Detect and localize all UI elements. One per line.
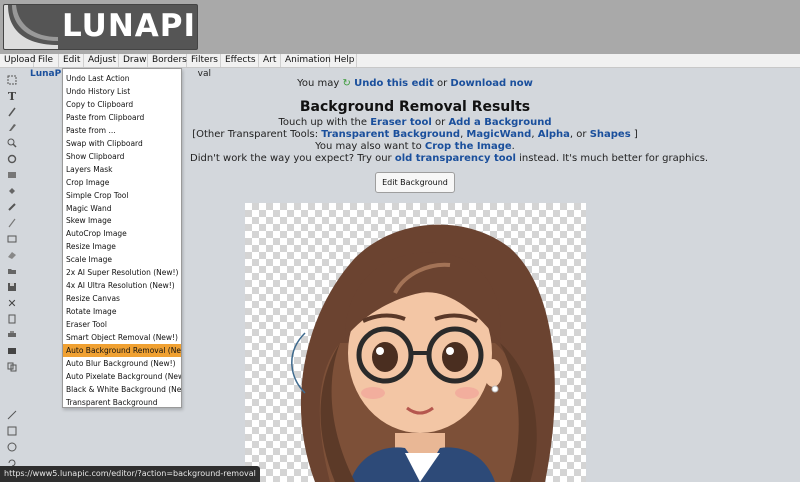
edit-background-button[interactable]: Edit Background [375,172,455,193]
logo[interactable]: LUNAPIC [3,4,198,50]
shapes-link[interactable]: Shapes [590,129,631,140]
edit-menu-item-undo-last-action[interactable]: Undo Last Action [63,72,181,85]
edit-menu-item-skew-image[interactable]: Skew Image [63,214,181,227]
menu-file[interactable]: File [34,54,59,67]
menu-edit[interactable]: Edit [59,54,84,67]
open-tool-icon[interactable] [6,265,18,277]
menu-draw[interactable]: Draw [119,54,148,67]
edit-menu-item-transparent-background[interactable]: Transparent Background [63,396,181,409]
pencil-tool-icon[interactable] [6,106,18,118]
old-transparency-tool-link[interactable]: old transparency tool [395,153,516,164]
status-bar-url: https://www5.lunapic.com/editor/?action=… [0,466,260,482]
edit-dropdown-menu: Undo Last Action Undo History List Copy to… [62,68,182,408]
edit-menu-item-undo-history-list[interactable]: Undo History List [63,85,181,98]
edit-menu-item-2x-ai-super-resolution-new[interactable]: 2x AI Super Resolution (New!) [63,266,181,279]
edit-menu-item-auto-pixelate-background-new[interactable]: Auto Pixelate Background (New!) [63,370,181,383]
edit-menu-item-layers-mask[interactable]: Layers Mask [63,163,181,176]
crop-image-link[interactable]: Crop the Image [425,141,512,152]
edit-menu-item-swap-with-clipboard[interactable]: Swap with Clipboard [63,137,181,150]
edit-menu-item-eraser-tool[interactable]: Eraser Tool [63,318,181,331]
print-tool-icon[interactable] [6,329,18,341]
download-link[interactable]: Download now [450,78,532,89]
eraser-tool-icon[interactable] [6,249,18,261]
edit-menu-item-copy-to-clipboard[interactable]: Copy to Clipboard [63,98,181,111]
add-background-link[interactable]: Add a Background [448,117,551,128]
zoom-tool-icon[interactable] [6,137,18,149]
result-image [245,203,586,482]
transparent-background-link[interactable]: Transparent Background [321,129,460,140]
touchup-line: Touch up with the Eraser tool or Add a B… [278,117,552,128]
menu-upload[interactable]: Upload [0,54,36,67]
edit-menu-item-auto-background-removal-new[interactable]: Auto Background Removal (New!) [63,343,181,357]
menu-adjust[interactable]: Adjust [84,54,119,67]
edit-menu-item-scale-image[interactable]: Scale Image [63,253,181,266]
copy-tool-icon[interactable] [6,361,18,373]
edit-menu-item-show-clipboard[interactable]: Show Clipboard [63,150,181,163]
edit-menu-item-crop-image[interactable]: Crop Image [63,176,181,189]
close-tool-icon[interactable]: ✕ [6,297,18,310]
edit-menu-item-rotate-image[interactable]: Rotate Image [63,305,181,318]
edit-menu-item-resize-canvas[interactable]: Resize Canvas [63,292,181,305]
smudge-tool-icon[interactable] [6,217,18,229]
image-tool-icon[interactable] [6,233,18,245]
ellipse-tool-icon[interactable] [6,441,18,453]
edit-menu-item-autocrop-image[interactable]: AutoCrop Image [63,227,181,240]
edit-menu-item-simple-crop-tool[interactable]: Simple Crop Tool [63,189,181,202]
file-tool-icon[interactable] [6,313,18,325]
line-tool-icon[interactable] [6,409,18,421]
magicwand-link[interactable]: MagicWand [466,129,531,140]
cartoon-girl-illustration [291,224,555,482]
gallery-tool-icon[interactable] [6,345,18,357]
edit-menu-item-black-white-background-new[interactable]: Black & White Background (New!) [63,383,181,396]
menu-effects[interactable]: Effects [221,54,259,67]
tool-sidebar: T ✕ [0,68,24,482]
menu-bar: Upload File Edit Adjust Draw Borders Filters Ef… [0,54,800,68]
eraser-tool-link[interactable]: Eraser tool [370,117,432,128]
didnt-work-line: Didn't work the way you expect? Try our … [190,153,709,164]
fill-tool-icon[interactable] [6,185,18,197]
edit-menu-item-resize-image[interactable]: Resize Image [63,240,181,253]
save-tool-icon[interactable] [6,281,18,293]
alpha-link[interactable]: Alpha [538,129,570,140]
menu-art[interactable]: Art [259,54,281,67]
select-tool-icon[interactable] [6,74,18,86]
edit-menu-item-paste-from-clipboard[interactable]: Paste from Clipboard [63,111,181,124]
edit-menu-item-4x-ai-ultra-resolution-new[interactable]: 4x AI Ultra Resolution (New!) [63,279,181,292]
menu-help[interactable]: Help [330,54,357,67]
rotate-tool-icon[interactable] [6,153,18,165]
rectangle-tool-icon[interactable] [6,425,18,437]
brush-tool-icon[interactable] [6,121,18,133]
undo-icon: ↻ [342,78,351,89]
edit-menu-item-auto-blur-background-new[interactable]: Auto Blur Background (New!) [63,357,181,370]
moon-icon [4,5,58,49]
undo-line: You may ↻ Undo this edit or Download now [297,78,533,89]
edit-menu-item-paste-from[interactable]: Paste from ... [63,124,181,137]
menu-animation[interactable]: Animation [281,54,331,67]
page-title: Background Removal Results [299,99,531,115]
undo-edit-link[interactable]: Undo this edit [354,78,434,89]
canvas-tool-icon[interactable] [6,169,18,181]
eyedropper-tool-icon[interactable] [6,201,18,213]
logo-text: LUNAPIC [62,8,197,44]
menu-filters[interactable]: Filters [187,54,221,67]
edit-menu-item-smart-object-removal-new[interactable]: Smart Object Removal (New!) [63,331,181,344]
header: LUNAPIC [0,0,800,54]
crop-line: You may also want to Crop the Image. [315,141,515,152]
edit-menu-item-magic-wand[interactable]: Magic Wand [63,202,181,215]
menu-borders[interactable]: Borders [148,54,187,67]
text-tool-icon[interactable]: T [6,90,18,103]
other-tools-line: [Other Transparent Tools: Transparent Ba… [192,129,638,140]
